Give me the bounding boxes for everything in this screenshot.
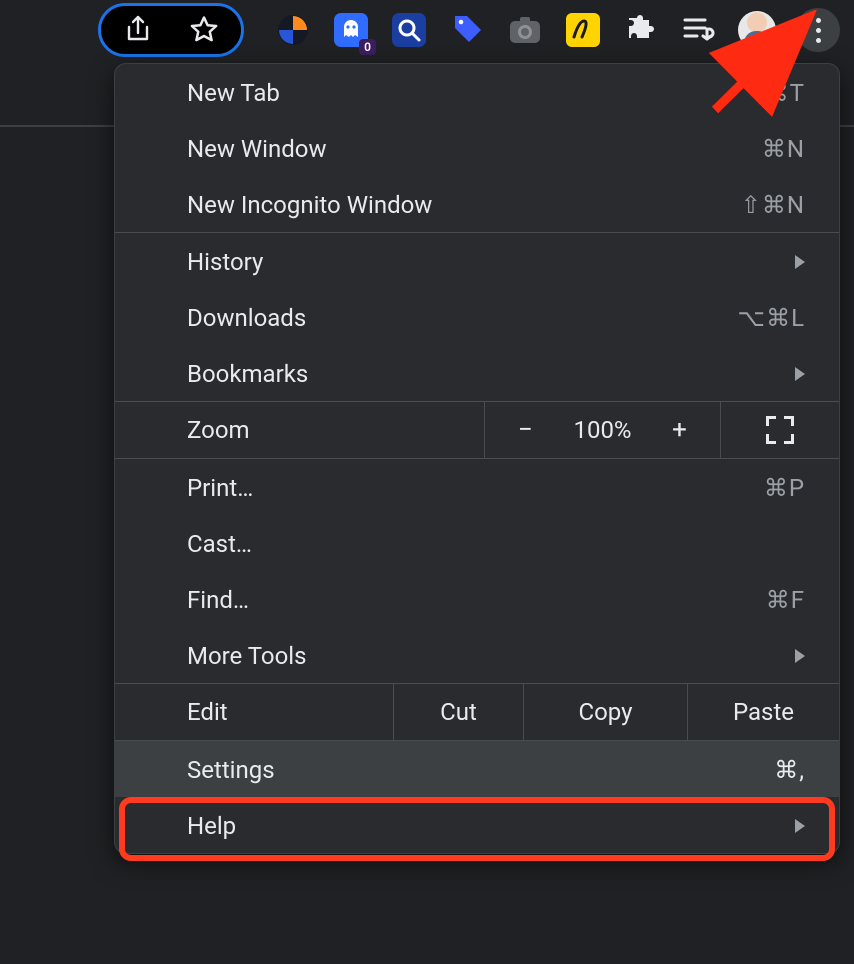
menu-new-tab[interactable]: New Tab ⌘T (115, 64, 839, 120)
menu-print[interactable]: Print… ⌘P (115, 459, 839, 515)
extension-notes-icon[interactable] (564, 11, 602, 49)
menu-item-label: Settings (187, 756, 275, 784)
edit-paste-button[interactable]: Paste (687, 684, 839, 740)
menu-item-label: Print… (187, 474, 253, 502)
menu-new-window[interactable]: New Window ⌘N (115, 120, 839, 176)
menu-item-label: Downloads (187, 304, 306, 332)
menu-zoom-label: Zoom (115, 402, 485, 458)
menu-zoom-row: Zoom − 100% + (115, 402, 839, 458)
extension-search-icon[interactable] (390, 11, 428, 49)
menu-edit-row: Edit Cut Copy Paste (115, 684, 839, 740)
menu-item-shortcut: ⌘N (762, 135, 805, 163)
menu-item-label: New Incognito Window (187, 191, 432, 219)
extension-tag-icon[interactable] (448, 11, 486, 49)
browser-toolbar: 0 (0, 0, 854, 60)
menu-help[interactable]: Help (115, 797, 839, 853)
extension-badge: 0 (359, 39, 376, 55)
menu-item-shortcut: ⌘T (765, 79, 805, 107)
extension-camera-icon[interactable] (506, 11, 544, 49)
zoom-out-button[interactable]: − (511, 415, 539, 445)
zoom-value: 100% (573, 416, 631, 444)
menu-history[interactable]: History (115, 233, 839, 289)
extensions-puzzle-icon[interactable] (622, 11, 660, 49)
star-icon[interactable] (189, 15, 219, 45)
edit-copy-button[interactable]: Copy (523, 684, 687, 740)
zoom-in-button[interactable]: + (666, 415, 694, 445)
reading-list-icon[interactable] (680, 11, 718, 49)
chevron-right-icon (795, 255, 805, 269)
chevron-right-icon (795, 367, 805, 381)
fullscreen-button[interactable] (721, 402, 839, 458)
menu-item-shortcut: ⇧⌘N (741, 191, 805, 219)
menu-new-incognito[interactable]: New Incognito Window ⇧⌘N (115, 176, 839, 232)
fullscreen-icon (766, 416, 794, 444)
chevron-right-icon (795, 819, 805, 833)
menu-item-label: New Tab (187, 79, 280, 107)
extension-similarweb-icon[interactable] (274, 11, 312, 49)
menu-item-shortcut: ⌥⌘L (737, 304, 805, 332)
profile-avatar[interactable] (738, 11, 776, 49)
menu-item-shortcut: ⌘, (774, 756, 805, 784)
menu-bookmarks[interactable]: Bookmarks (115, 345, 839, 401)
menu-item-label: History (187, 248, 263, 276)
menu-edit-label: Edit (115, 684, 393, 740)
share-icon[interactable] (123, 15, 153, 45)
more-menu-button[interactable] (796, 8, 840, 52)
menu-item-label: Find… (187, 586, 249, 614)
menu-find[interactable]: Find… ⌘F (115, 571, 839, 627)
chrome-main-menu: New Tab ⌘T New Window ⌘N New Incognito W… (114, 63, 840, 854)
menu-more-tools[interactable]: More Tools (115, 627, 839, 683)
extension-ghost-icon[interactable]: 0 (332, 11, 370, 49)
menu-item-label: Cast… (187, 530, 252, 558)
menu-downloads[interactable]: Downloads ⌥⌘L (115, 289, 839, 345)
menu-item-shortcut: ⌘P (764, 474, 805, 502)
menu-settings[interactable]: Settings ⌘, (115, 741, 839, 797)
address-bar-actions (98, 3, 244, 57)
menu-item-label: Bookmarks (187, 360, 308, 388)
chevron-right-icon (795, 649, 805, 663)
menu-item-label: New Window (187, 135, 326, 163)
menu-cast[interactable]: Cast… (115, 515, 839, 571)
zoom-controls: − 100% + (485, 402, 721, 458)
menu-item-shortcut: ⌘F (766, 586, 805, 614)
menu-item-label: More Tools (187, 642, 307, 670)
edit-cut-button[interactable]: Cut (393, 684, 523, 740)
menu-item-label: Help (187, 812, 236, 840)
